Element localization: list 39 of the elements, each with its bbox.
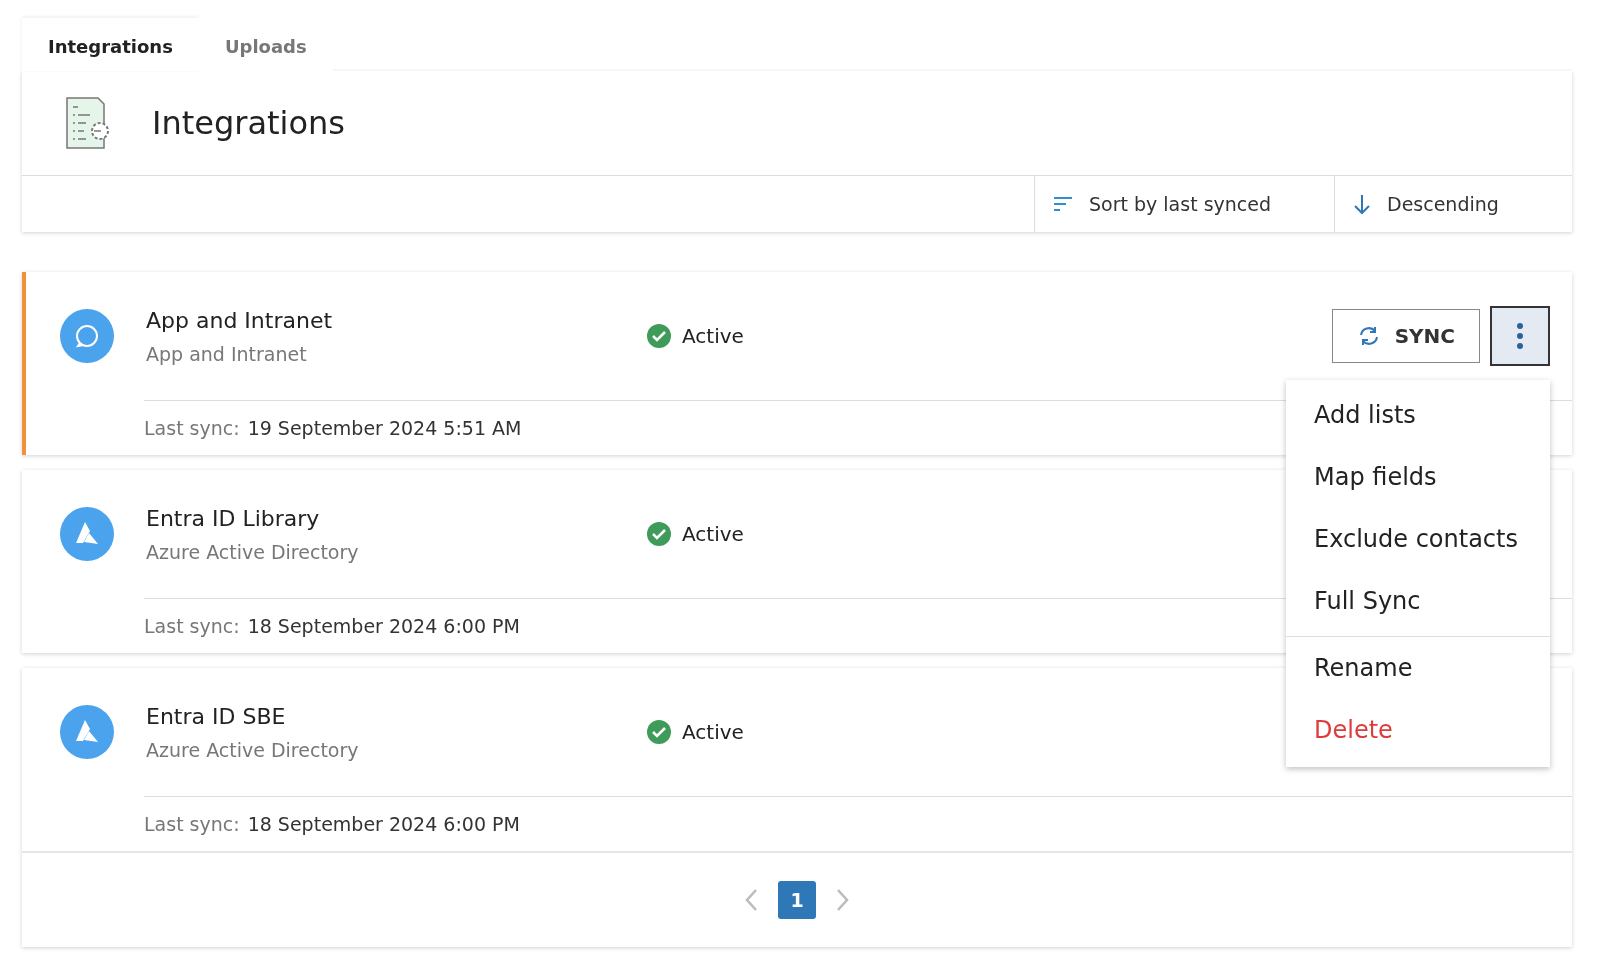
- triangle-logo-icon: [60, 705, 114, 759]
- triangle-logo-icon: [60, 507, 114, 561]
- last-sync-time: 18 September 2024 6:00 PM: [247, 615, 520, 637]
- page-title: Integrations: [152, 104, 345, 142]
- last-sync-label: Last sync:: [144, 813, 240, 835]
- status-text: Active: [682, 324, 744, 348]
- integration-source: Azure Active Directory: [146, 738, 360, 761]
- menu-item[interactable]: Add lists: [1286, 384, 1550, 446]
- integration-name: Entra ID Library: [146, 505, 321, 531]
- previous-page-icon[interactable]: [744, 888, 758, 912]
- down-arrow-icon: [1353, 193, 1371, 215]
- sort-dropdown[interactable]: Sort by last synced: [1034, 176, 1334, 232]
- check-circle-icon: [646, 521, 672, 547]
- check-circle-icon: [646, 719, 672, 745]
- more-vertical-icon: [1516, 322, 1524, 350]
- check-circle-icon: [646, 323, 672, 349]
- last-sync-label: Last sync:: [144, 615, 240, 637]
- page-button[interactable]: 1: [778, 881, 816, 919]
- menu-item[interactable]: Delete: [1286, 699, 1550, 761]
- menu-item[interactable]: Full Sync: [1286, 570, 1550, 632]
- integration-source: App and Intranet: [146, 342, 308, 365]
- order-dropdown[interactable]: Descending: [1334, 176, 1572, 232]
- integration-name: App and Intranet: [146, 307, 334, 333]
- last-sync-time: 18 September 2024 6:00 PM: [247, 813, 520, 835]
- status-text: Active: [682, 720, 744, 744]
- last-sync-label: Last sync:: [144, 417, 240, 439]
- integration-name: Entra ID SBE: [146, 703, 287, 729]
- last-sync-time: 19 September 2024 5:51 AM: [247, 417, 522, 439]
- sync-button[interactable]: SYNC: [1331, 309, 1480, 363]
- menu-item[interactable]: Map fields: [1286, 446, 1550, 508]
- chat-bubble-logo-icon: [60, 309, 114, 363]
- menu-item[interactable]: Exclude contacts: [1286, 508, 1550, 570]
- tab[interactable]: Integrations: [22, 18, 199, 71]
- document-gear-icon: [64, 95, 112, 151]
- next-page-icon[interactable]: [836, 888, 850, 912]
- more-options-button[interactable]: [1490, 306, 1550, 366]
- status-text: Active: [682, 522, 744, 546]
- sort-lines-icon: [1053, 196, 1073, 212]
- integration-source: Azure Active Directory: [146, 540, 360, 563]
